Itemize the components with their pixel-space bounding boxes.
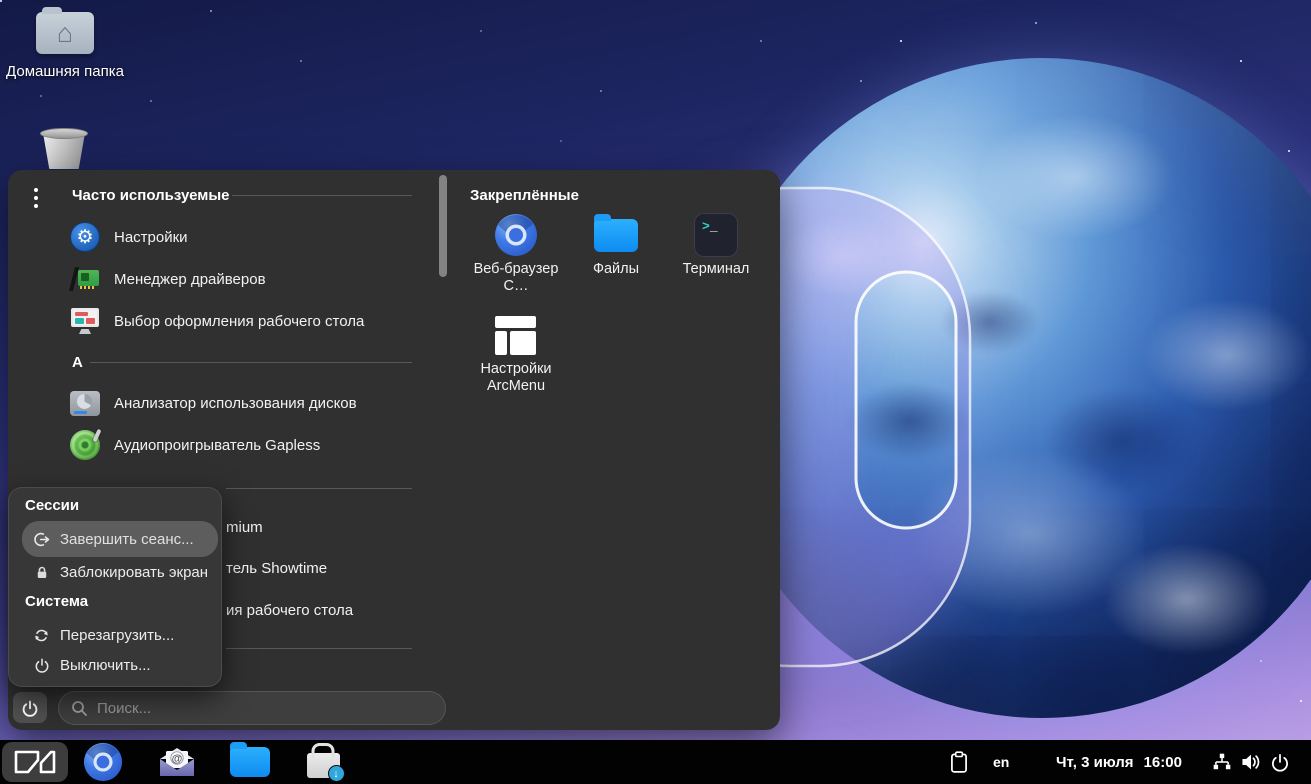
restart-menu-item[interactable]: Перезагрузить... (22, 619, 218, 651)
taskbar-files-button[interactable] (228, 742, 272, 782)
pinned-item-label: Терминал (667, 261, 765, 278)
power-icon (1270, 752, 1290, 772)
terminal-icon: >_ (694, 213, 738, 257)
search-icon (71, 700, 88, 717)
clock[interactable]: Чт, 3 июля 16:00 (1056, 740, 1182, 784)
network-indicator[interactable] (1212, 740, 1232, 784)
menu-item-clipped-showtime[interactable]: тель Showtime (226, 550, 327, 586)
trash-rim (40, 128, 88, 139)
menu-options-dots-icon[interactable] (30, 184, 42, 212)
system-header: Система (25, 593, 88, 610)
volume-icon (1240, 752, 1262, 772)
shutdown-menu-item[interactable]: Выключить... (22, 649, 218, 681)
taskbar-software-button[interactable]: ↓ (301, 742, 345, 782)
session-popup: Сессии Завершить сеанс... Заблокировать … (8, 487, 222, 687)
desktop: ⌂ Домашняя папка Часто используемые ⚙ На… (0, 0, 1311, 784)
keyboard-layout-indicator[interactable]: en (993, 740, 1009, 784)
files-icon (230, 747, 270, 777)
section-a-header: А (72, 354, 83, 371)
chromium-icon (494, 213, 538, 257)
network-icon (1212, 752, 1232, 772)
power-indicator[interactable] (1270, 740, 1290, 784)
arcmenu-launcher-button[interactable] (2, 742, 68, 782)
power-icon (21, 699, 39, 717)
lock-screen-menu-item[interactable]: Заблокировать экран (22, 556, 218, 588)
menu-item-label: Аудиопроигрыватель Gapless (114, 437, 320, 454)
date-label: Чт, 3 июля (1056, 754, 1134, 771)
search-input[interactable] (97, 700, 433, 717)
menu-item-clipped-desktop[interactable]: ия рабочего стола (226, 592, 353, 628)
divider (226, 648, 412, 649)
pinned-section-header: Закреплённые (470, 187, 579, 204)
logout-menu-item[interactable]: Завершить сеанс... (22, 521, 218, 557)
pinned-item-arcmenu-settings[interactable]: Настройки ArcMenu (466, 316, 566, 395)
software-center-icon: ↓ (307, 753, 340, 778)
stars (0, 0, 2, 2)
menu-item-settings[interactable]: ⚙ Настройки (60, 219, 420, 255)
driver-manager-icon (70, 264, 100, 294)
divider (90, 362, 412, 363)
desktop-icon-trash[interactable] (40, 128, 88, 170)
clipboard-indicator[interactable] (948, 740, 970, 784)
gapless-icon (70, 430, 100, 460)
frequent-section-header: Часто используемые (72, 187, 230, 204)
desktop-icon-home[interactable]: ⌂ Домашняя папка (0, 12, 130, 80)
menu-item-disk-usage[interactable]: Анализатор использования дисков (60, 385, 420, 421)
divider (226, 488, 412, 489)
menu-item-clipped-chromium[interactable]: mium (226, 509, 263, 545)
mail-icon: @ (158, 746, 196, 778)
restart-icon (33, 627, 50, 644)
time-label: 16:00 (1144, 754, 1182, 771)
pinned-item-label: Настройки ArcMenu (467, 361, 565, 395)
lock-icon (33, 564, 50, 581)
arcmenu-logo-icon (12, 748, 58, 776)
keyboard-layout-label: en (993, 754, 1009, 770)
clipboard-icon (948, 750, 970, 774)
pinned-item-files[interactable]: Файлы (566, 213, 666, 278)
home-folder-icon: ⌂ (36, 12, 94, 54)
home-folder-label: Домашняя папка (6, 63, 124, 80)
house-glyph: ⌂ (57, 20, 73, 47)
sessions-header: Сессии (25, 497, 79, 514)
pinned-item-terminal[interactable]: >_ Терминал (666, 213, 766, 278)
pinned-item-label: Файлы (567, 261, 665, 278)
volume-indicator[interactable] (1240, 740, 1262, 784)
desktop-theme-icon (70, 306, 100, 336)
arcmenu-settings-icon (495, 316, 537, 357)
menu-item-label: Менеджер драйверов (114, 271, 266, 288)
shutdown-label: Выключить... (60, 657, 151, 674)
menu-item-desktop-theme[interactable]: Выбор оформления рабочего стола (60, 303, 420, 339)
svg-text:@: @ (172, 753, 183, 765)
logout-icon (33, 531, 50, 548)
chromium-icon (83, 742, 123, 782)
pinned-item-label: Веб-браузер C… (467, 261, 565, 295)
menu-item-label: Анализатор использования дисков (114, 395, 357, 412)
taskbar-mail-button[interactable]: @ (155, 742, 199, 782)
menu-item-driver-manager[interactable]: Менеджер драйверов (60, 261, 420, 297)
search-box[interactable] (58, 691, 446, 725)
session-power-button[interactable] (13, 692, 47, 723)
menu-scrollbar[interactable] (439, 175, 447, 277)
taskbar: @ ↓ en Чт, 3 июля 16:00 (0, 740, 1311, 784)
restart-label: Перезагрузить... (60, 627, 174, 644)
menu-item-label: Настройки (114, 229, 188, 246)
shutdown-icon (33, 657, 50, 673)
menu-item-gapless[interactable]: Аудиопроигрыватель Gapless (60, 427, 420, 463)
files-icon (594, 213, 638, 257)
taskbar-chromium-button[interactable] (81, 742, 125, 782)
disk-usage-icon (70, 388, 100, 418)
menu-item-label: Выбор оформления рабочего стола (114, 313, 364, 330)
pinned-item-chromium[interactable]: Веб-браузер C… (466, 213, 566, 295)
logout-label: Завершить сеанс... (60, 531, 194, 548)
lock-label: Заблокировать экран (60, 564, 208, 581)
download-arrow-icon: ↓ (328, 765, 345, 782)
divider (232, 195, 412, 196)
settings-icon: ⚙ (70, 222, 100, 252)
